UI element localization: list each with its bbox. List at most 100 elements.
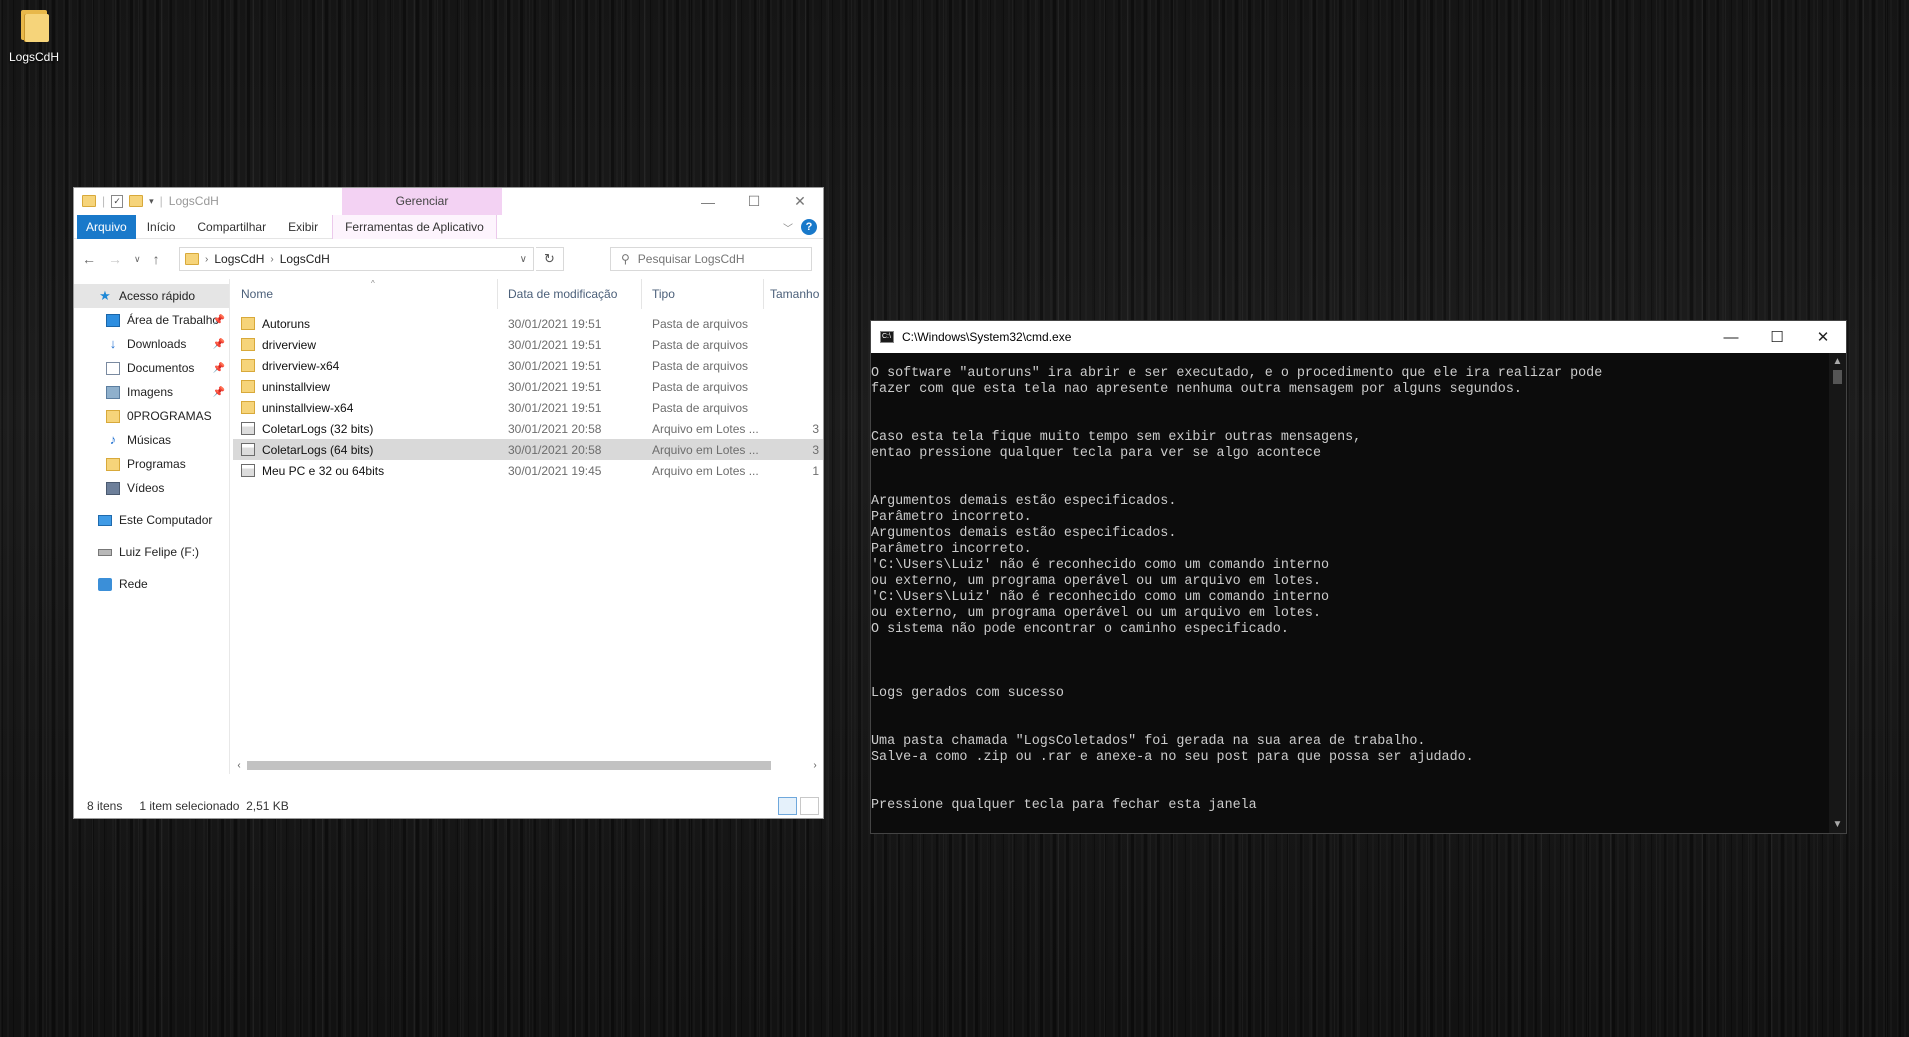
item-count: 8 itens (87, 799, 123, 813)
file-row[interactable]: ColetarLogs (32 bits) 30/01/2021 20:58 Arq… (233, 418, 823, 439)
file-rows: Autoruns 30/01/2021 19:51 Pasta de arquivo… (231, 313, 823, 481)
title-bar: C:\ C:\Windows\System32\cmd.exe — ☐ ✕ (871, 321, 1846, 353)
pin-icon[interactable]: 📌 (213, 363, 225, 374)
properties-icon[interactable]: ✓ (111, 194, 124, 208)
expand-ribbon-icon[interactable]: ﹀ (783, 220, 793, 235)
maximize-icon[interactable]: ☐ (1754, 321, 1800, 353)
nav-item-este-computador[interactable]: Este Computador (74, 508, 229, 532)
separator: | (102, 194, 106, 208)
console-line: Uma pasta chamada "LogsColetados" foi ge… (871, 734, 1426, 749)
maximize-icon[interactable]: ☐ (731, 188, 777, 215)
tab-compartilhar[interactable]: Compartilhar (186, 215, 277, 239)
nav-item-label: 0PROGRAMAS (127, 409, 212, 423)
chevron-down-icon[interactable]: ∨ (520, 254, 527, 265)
chevron-right-icon[interactable]: › (270, 254, 273, 265)
scroll-left-icon[interactable]: ‹ (231, 760, 247, 771)
file-date: 30/01/2021 19:51 (508, 379, 602, 394)
nav-item-acesso-rapido[interactable]: ★ Acesso rápido (74, 284, 229, 308)
nav-item-imagens[interactable]: Imagens 📌 (74, 380, 229, 404)
file-type: Pasta de arquivos (652, 358, 749, 373)
search-box[interactable]: ⚲ (610, 247, 812, 271)
console-line: Salve-a como .zip ou .rar e anexe-a no s… (871, 750, 1474, 765)
file-date: 30/01/2021 20:58 (508, 421, 602, 436)
file-row[interactable]: uninstallview-x64 30/01/2021 19:51 Pasta d… (233, 397, 823, 418)
nav-item-documentos[interactable]: Documentos 📌 (74, 356, 229, 380)
nav-item-label: Rede (119, 577, 148, 591)
help-icon[interactable]: ? (801, 219, 817, 235)
refresh-button[interactable]: ↻ (536, 247, 564, 271)
folder-icon (241, 359, 255, 372)
minimize-icon[interactable]: — (685, 188, 731, 215)
nav-item-rede[interactable]: Rede (74, 572, 229, 596)
search-input[interactable] (637, 252, 788, 266)
close-icon[interactable]: ✕ (777, 188, 823, 215)
column-header-tamanho[interactable]: Tamanho (764, 279, 823, 309)
pin-icon[interactable]: 📌 (213, 339, 225, 350)
folder-icon (106, 409, 120, 423)
file-name-cell: uninstallview-x64 (233, 401, 498, 415)
console-line: Parâmetro incorreto. (871, 510, 1032, 525)
image-icon (106, 385, 120, 399)
file-row[interactable]: Meu PC e 32 ou 64bits 30/01/2021 19:45 Arq… (233, 460, 823, 481)
scroll-down-icon[interactable]: ▼ (1829, 816, 1846, 833)
back-arrow-icon[interactable]: ← (82, 251, 96, 267)
tab-exibir[interactable]: Exibir (277, 215, 329, 239)
console-line: Argumentos demais estão especificados. (871, 494, 1177, 509)
details-view-icon[interactable] (778, 797, 797, 815)
scroll-up-icon[interactable]: ▲ (1829, 353, 1846, 370)
file-date: 30/01/2021 19:51 (508, 337, 602, 352)
nav-item-videos[interactable]: Vídeos (74, 476, 229, 500)
desktop-icon-logscdh[interactable]: LogsCdH (6, 6, 62, 64)
separator: | (159, 194, 163, 208)
file-row[interactable]: ColetarLogs (64 bits) 30/01/2021 20:58 Arq… (233, 439, 823, 460)
folder-icon (241, 401, 255, 414)
close-icon[interactable]: ✕ (1800, 321, 1846, 353)
pin-icon[interactable]: 📌 (213, 315, 225, 326)
file-date: 30/01/2021 19:51 (508, 400, 602, 415)
address-bar[interactable]: › LogsCdH › LogsCdH ∨ (179, 247, 534, 271)
large-icons-view-icon[interactable] (800, 797, 819, 815)
vertical-scrollbar[interactable]: ▲ ▼ (1829, 353, 1846, 833)
nav-item-label: Imagens (127, 385, 174, 399)
scroll-right-icon[interactable]: › (807, 760, 823, 771)
file-row[interactable]: driverview 30/01/2021 19:51 Pasta de arqui… (233, 334, 823, 355)
file-date: 30/01/2021 19:51 (508, 358, 602, 373)
chevron-right-icon[interactable]: › (205, 254, 208, 265)
tab-arquivo[interactable]: Arquivo (77, 215, 136, 239)
horizontal-scrollbar[interactable]: ‹ › (231, 757, 823, 774)
forward-arrow-icon[interactable]: → (108, 251, 122, 267)
quick-access-toolbar: | ✓ ▾ | LogsCdH (82, 194, 219, 208)
tab-inicio[interactable]: Início (136, 215, 187, 239)
column-header-tipo[interactable]: Tipo (642, 279, 764, 309)
tab-ferramentas-de-aplicativo[interactable]: Ferramentas de Aplicativo (332, 215, 497, 239)
scroll-thumb[interactable] (1833, 370, 1842, 384)
recent-locations-icon[interactable]: ∨ (134, 251, 141, 267)
up-arrow-icon[interactable]: ↑ (153, 251, 160, 267)
nav-item-downloads[interactable]: ↓ Downloads 📌 (74, 332, 229, 356)
file-name: Autoruns (262, 316, 311, 331)
breadcrumb-item[interactable]: LogsCdH (280, 252, 330, 266)
breadcrumb-item[interactable]: LogsCdH (214, 252, 264, 266)
column-header-data[interactable]: Data de modificação (498, 279, 642, 309)
column-header-nome[interactable]: Nome (231, 279, 498, 309)
nav-item-programas[interactable]: Programas (74, 452, 229, 476)
file-name-cell: driverview (233, 338, 498, 352)
file-row[interactable]: Autoruns 30/01/2021 19:51 Pasta de arquivo… (233, 313, 823, 334)
nav-item-luiz-felipe-drive[interactable]: Luiz Felipe (F:) (74, 540, 229, 564)
console-output[interactable]: O software "autoruns" ira abrir e ser ex… (871, 353, 1829, 833)
file-row[interactable]: driverview-x64 30/01/2021 19:51 Pasta de a… (233, 355, 823, 376)
minimize-icon[interactable]: — (1708, 321, 1754, 353)
scroll-thumb[interactable] (247, 761, 771, 770)
file-row[interactable]: uninstallview 30/01/2021 19:51 Pasta de ar… (233, 376, 823, 397)
new-folder-icon[interactable] (129, 195, 144, 207)
nav-item-area-de-trabalho[interactable]: Área de Trabalho 📌 (74, 308, 229, 332)
nav-item-musicas[interactable]: ♪ Músicas (74, 428, 229, 452)
console-line: Caso esta tela fique muito tempo sem exi… (871, 430, 1362, 445)
customize-toolbar-icon[interactable]: ▾ (149, 196, 154, 207)
network-icon (98, 577, 112, 591)
pin-icon[interactable]: 📌 (213, 387, 225, 398)
nav-item-0programas[interactable]: 0PROGRAMAS (74, 404, 229, 428)
